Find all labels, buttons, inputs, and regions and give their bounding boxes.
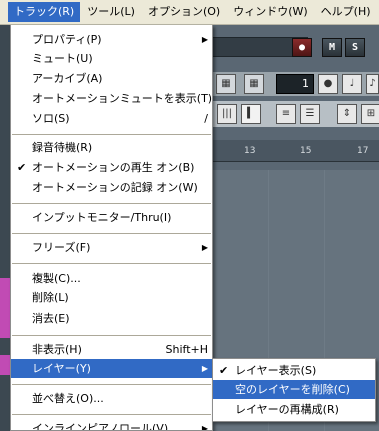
- menu-item-label: フリーズ(F): [32, 241, 91, 254]
- menu-item-label: 非表示(H): [32, 343, 82, 356]
- track-menu: プロパティ(P) ▶ ミュート(U) アーカイブ(A) オートメーションミュート…: [10, 25, 213, 431]
- submenu-arrow-icon: ▶: [201, 35, 208, 44]
- grid-icon[interactable]: ▦: [244, 74, 264, 94]
- menu-item-sort[interactable]: 並べ替え(O)...: [11, 389, 212, 408]
- menu-item-mute[interactable]: ミュート(U): [11, 49, 212, 68]
- note-icon[interactable]: ●: [318, 74, 338, 94]
- checkmark-icon: ✔: [219, 364, 229, 377]
- eq-icon[interactable]: ≡: [276, 104, 296, 124]
- menubar-help[interactable]: ヘルプ(H): [315, 2, 377, 22]
- menu-item-properties[interactable]: プロパティ(P) ▶: [11, 30, 212, 49]
- menu-item-label: プロパティ(P): [32, 33, 102, 46]
- menu-item-shortcut: /: [204, 112, 208, 125]
- menu-item-layers[interactable]: レイヤー(Y) ▶: [11, 359, 212, 378]
- menu-item-automation-read[interactable]: ✔ オートメーションの再生 オン(B): [11, 158, 212, 177]
- note-icon[interactable]: ♪: [366, 74, 379, 94]
- timeline-ruler[interactable]: [212, 140, 379, 162]
- menubar-window[interactable]: ウィンドウ(W): [227, 2, 313, 22]
- menu-item-label: オートメーションの再生 オン(B): [32, 161, 195, 174]
- menu-item-hide[interactable]: 非表示(H) Shift+H: [11, 340, 212, 359]
- submenu-item-show-layers[interactable]: ✔ レイヤー表示(S): [213, 361, 375, 380]
- layers-submenu: ✔ レイヤー表示(S) 空のレイヤーを削除(C) レイヤーの再構成(R): [212, 358, 376, 422]
- menu-item-label: インラインピアノロール(V): [32, 422, 169, 431]
- menubar-track[interactable]: トラック(R): [8, 2, 81, 22]
- menu-separator: [12, 384, 211, 385]
- menu-separator: [12, 134, 211, 135]
- zoom-icon[interactable]: ⊞: [361, 104, 379, 124]
- menu-item-label: レイヤー表示(S): [235, 364, 317, 377]
- menu-item-solo[interactable]: ソロ(S) /: [11, 109, 212, 128]
- solo-button[interactable]: S: [345, 38, 365, 57]
- ruler-label: 15: [300, 146, 312, 156]
- list-icon[interactable]: ☰: [300, 104, 320, 124]
- menu-item-label: ソロ(S): [32, 112, 70, 125]
- menu-item-archive[interactable]: アーカイブ(A): [11, 69, 212, 88]
- menu-item-show-automation-mute[interactable]: オートメーションミュートを表示(T): [11, 89, 212, 108]
- checkmark-icon: ✔: [17, 161, 27, 174]
- menu-item-shortcut: Shift+H: [165, 343, 209, 356]
- menu-separator: [12, 203, 211, 204]
- menubar-tools[interactable]: ツール(L): [81, 2, 141, 22]
- menu-separator: [12, 335, 211, 336]
- mute-button[interactable]: M: [322, 38, 342, 57]
- menu-item-freeze[interactable]: フリーズ(F) ▶: [11, 238, 212, 257]
- snap-value-field[interactable]: 1: [276, 74, 314, 94]
- record-arm-button[interactable]: ●: [292, 38, 312, 57]
- submenu-item-remove-empty-layers[interactable]: 空のレイヤーを削除(C): [213, 380, 375, 399]
- menu-item-delete[interactable]: 削除(L): [11, 288, 212, 307]
- snap-icon[interactable]: ▍: [241, 104, 261, 124]
- menu-separator: [12, 233, 211, 234]
- submenu-item-rebuild-layers[interactable]: レイヤーの再構成(R): [213, 400, 375, 419]
- menu-item-input-monitor[interactable]: インプットモニター/Thru(I): [11, 208, 212, 227]
- grid-icon[interactable]: ▦: [216, 74, 236, 94]
- ruler-label: 17: [357, 146, 369, 156]
- submenu-arrow-icon: ▶: [201, 424, 208, 431]
- menubar-options[interactable]: オプション(O): [142, 2, 226, 22]
- note-icon[interactable]: ♩: [342, 74, 362, 94]
- bars-icon[interactable]: |||: [217, 104, 237, 124]
- submenu-arrow-icon: ▶: [201, 243, 208, 252]
- menu-item-erase[interactable]: 消去(E): [11, 309, 212, 328]
- menu-item-record-arm[interactable]: 録音待機(R): [11, 138, 212, 157]
- menu-item-label: レイヤー(Y): [32, 362, 91, 375]
- menu-item-duplicate[interactable]: 複製(C)...: [11, 269, 212, 288]
- fit-icon[interactable]: ⇕: [337, 104, 357, 124]
- submenu-arrow-icon: ▶: [201, 364, 208, 373]
- menu-separator: [12, 263, 211, 264]
- ruler-label: 13: [244, 146, 256, 156]
- clip-region[interactable]: [0, 355, 10, 375]
- menu-bar: トラック(R) ツール(L) オプション(O) ウィンドウ(W) ヘルプ(H): [0, 0, 379, 25]
- menu-item-automation-write[interactable]: オートメーションの記録 オン(W): [11, 178, 212, 197]
- menu-separator: [12, 414, 211, 415]
- clip-region[interactable]: [0, 278, 10, 338]
- menu-item-inline-piano-roll[interactable]: インラインピアノロール(V) ▶: [11, 419, 212, 431]
